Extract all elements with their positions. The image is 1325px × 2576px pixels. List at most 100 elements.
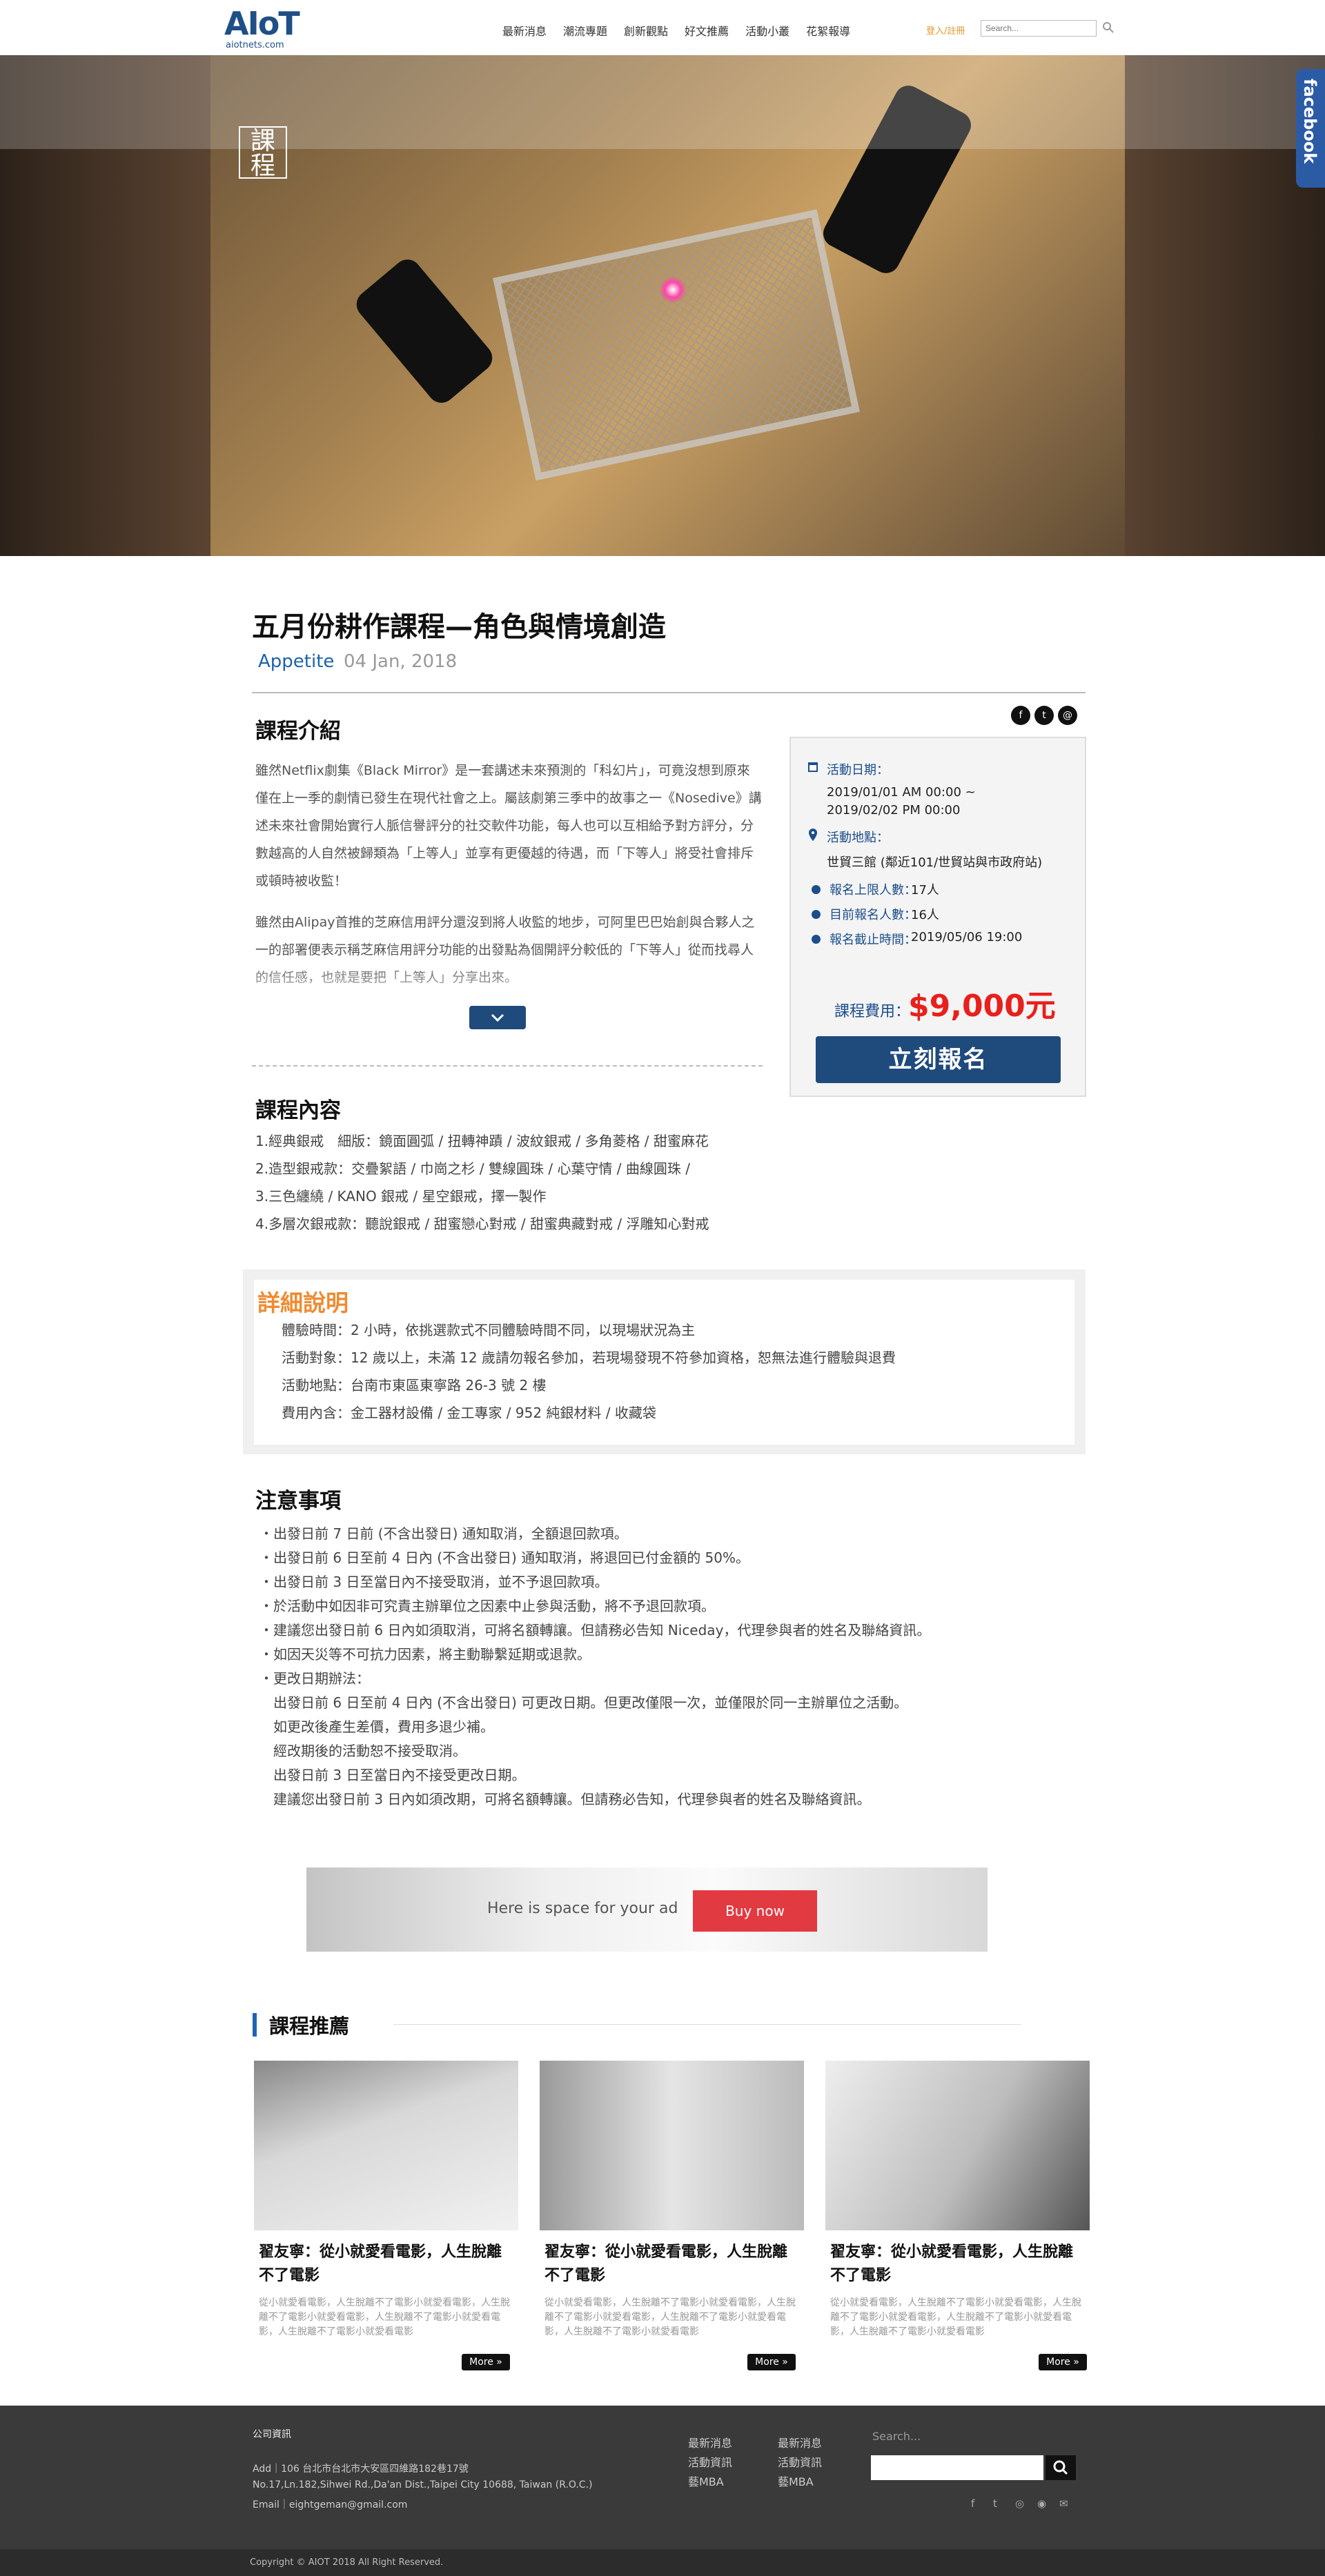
twitter-icon[interactable]: t xyxy=(1034,706,1054,725)
main-nav: 最新消息 潮流專題 創新觀點 好文推薦 活動小叢 花絮報導 xyxy=(502,22,867,39)
twitter-icon[interactable]: t xyxy=(993,2497,997,2510)
location-pin-icon xyxy=(809,829,817,841)
footer-link[interactable]: 藝MBA xyxy=(688,2473,724,2489)
list-item: 體驗時間：2 小時，依挑選款式不同體驗時間不同，以現場狀況為主 xyxy=(282,1322,696,1338)
chevron-down-icon xyxy=(491,1013,504,1022)
more-button[interactable]: More » xyxy=(1039,2354,1087,2370)
list-item: 建議您出發日前 3 日內如須改期，可將名額轉讓。但請務必告知，代理參與者的姓名及… xyxy=(259,1791,871,1807)
nav-item-news[interactable]: 最新消息 xyxy=(502,22,547,39)
bullet-icon xyxy=(812,885,821,894)
dashed-divider xyxy=(252,1065,763,1067)
footer-search-button[interactable] xyxy=(1046,2455,1076,2480)
instagram-icon[interactable]: @ xyxy=(1058,706,1077,725)
site-header: AIoT aiotnets.com 最新消息 潮流專題 創新觀點 好文推薦 活動… xyxy=(0,0,1325,55)
max-label: 報名上限人數： xyxy=(830,883,916,898)
detail-heading: 詳細說明 xyxy=(257,1289,349,1316)
card-description: 從小就愛看電影，人生脫離不了電影小就愛看電影，人生脫離不了電影小就愛看電影，人生… xyxy=(544,2297,796,2337)
max-value: 17人 xyxy=(911,883,939,898)
list-item: 出發日前 3 日至當日內不接受更改日期。 xyxy=(259,1767,526,1783)
list-item: 如更改後產生差價，費用多退少補。 xyxy=(259,1718,494,1735)
notes-list: ・出發日前 7 日前 (不含出發日) 通知取消，全額退回款項。 ・出發日前 6 … xyxy=(259,1522,930,1812)
fee-label: 課程費用： xyxy=(834,1003,911,1020)
deadline-value: 2019/05/06 19:00 xyxy=(911,930,1023,944)
list-item: 2.造型銀戒款：交疊絮語 / 巾崗之杉 / 雙線圓珠 / 心葉守情 / 曲線圓珠… xyxy=(255,1160,690,1177)
search-icon[interactable] xyxy=(1101,21,1115,34)
footer-search-input[interactable] xyxy=(871,2455,1043,2480)
login-link[interactable]: 登入/註冊 xyxy=(926,23,965,37)
recommend-heading: 課程推薦 xyxy=(269,2014,350,2038)
instagram-icon[interactable]: ◎ xyxy=(1015,2497,1024,2510)
nav-item-insights[interactable]: 創新觀點 xyxy=(624,22,668,39)
list-item: 4.多層次銀戒款：聽說銀戒 / 甜蜜戀心對戒 / 甜蜜典藏對戒 / 浮雕知心對戒 xyxy=(255,1216,709,1232)
facebook-icon[interactable]: f xyxy=(1011,706,1030,725)
card-title[interactable]: 翟友寧：從小就愛看電影，人生脫離不了電影 xyxy=(544,2241,801,2288)
header-search-input[interactable] xyxy=(981,20,1097,37)
more-button[interactable]: More » xyxy=(462,2354,510,2370)
nav-item-trends[interactable]: 潮流專題 xyxy=(563,22,607,39)
card-description: 從小就愛看電影，人生脫離不了電影小就愛看電影，人生脫離不了電影小就愛看電影，人生… xyxy=(830,2297,1081,2337)
list-item: 經改期後的活動恕不接受取消。 xyxy=(259,1743,467,1759)
logo-subtitle: aiotnets.com xyxy=(226,40,284,50)
category-tag: 課程 xyxy=(239,126,287,179)
card-description: 從小就愛看電影，人生脫離不了電影小就愛看電影，人生脫離不了電影小就愛看電影，人生… xyxy=(259,2297,510,2337)
list-item: ・於活動中如因非可究責主辦單位之因素中止參與活動，將不予退回款項。 xyxy=(259,1598,715,1614)
nav-item-articles[interactable]: 好文推薦 xyxy=(685,22,729,39)
content-list: 1.經典銀戒 細版：鏡面圓弧 / 扭轉神蹟 / 波紋銀戒 / 多角菱格 / 甜蜜… xyxy=(255,1127,709,1238)
place-label: 活動地點： xyxy=(827,831,889,845)
place-value: 世貿三館 (鄰近101/世貿站與市政府站) xyxy=(827,855,1043,870)
copyright-bar xyxy=(0,2549,1325,2576)
card-title[interactable]: 翟友寧：從小就愛看電影，人生脫離不了電影 xyxy=(830,2241,1087,2288)
mail-icon[interactable]: ✉ xyxy=(1059,2497,1068,2510)
more-button[interactable]: More » xyxy=(747,2354,796,2370)
hero-carousel[interactable]: 課程 xyxy=(0,55,1325,556)
footer-link[interactable]: 活動資訊 xyxy=(688,2453,732,2470)
address-en: No.17,Ln.182,Sihwei Rd.,Da'an Dist.,Taip… xyxy=(253,2479,593,2490)
card-image[interactable] xyxy=(825,2061,1090,2230)
fee-value: $9,000元 xyxy=(908,989,1056,1024)
site-footer xyxy=(0,2406,1325,2549)
card-image[interactable] xyxy=(540,2061,804,2230)
footer-link[interactable]: 藝MBA xyxy=(778,2473,814,2489)
expand-button[interactable] xyxy=(469,1006,526,1029)
logo-mark: AIoT xyxy=(224,5,300,42)
list-item: ・建議您出發日前 6 日內如須取消，可將名額轉讓。但請務必告知 Niceday，… xyxy=(259,1622,931,1638)
site-logo[interactable]: AIoT aiotnets.com xyxy=(224,5,300,51)
article-date: 04 Jan, 2018 xyxy=(344,651,458,672)
article-category[interactable]: Appetite xyxy=(258,651,334,672)
copyright: Copyright © AIOT 2018 All Right Reserved… xyxy=(250,2557,444,2568)
list-item: ・出發日前 6 日至前 4 日內 (不含出發日) 通知取消，將退回已付金額的 5… xyxy=(259,1549,750,1566)
content-heading: 課程內容 xyxy=(255,1098,341,1123)
calendar-icon xyxy=(808,762,818,772)
card-image[interactable] xyxy=(254,2061,518,2230)
list-item: ・如因天災等不可抗力因素，將主動聯繫延期或退款。 xyxy=(259,1646,591,1663)
date-value-end: 2019/02/02 PM 00:00 xyxy=(827,803,961,818)
divider xyxy=(252,692,1086,693)
nav-item-events[interactable]: 活動小叢 xyxy=(745,22,789,39)
bullet-icon xyxy=(812,935,821,944)
list-item: 活動地點：台南市東區東寧路 26-3 號 2 樓 xyxy=(282,1377,547,1394)
company-heading: 公司資訊 xyxy=(253,2429,291,2440)
buy-now-button[interactable]: Buy now xyxy=(693,1890,817,1932)
card-title[interactable]: 翟友寧：從小就愛看電影，人生脫離不了電影 xyxy=(259,2241,516,2288)
footer-link[interactable]: 活動資訊 xyxy=(778,2453,822,2470)
detail-list: 體驗時間：2 小時，依挑選款式不同體驗時間不同，以現場狀況為主 活動對象：12 … xyxy=(282,1316,896,1427)
date-value-start: 2019/01/01 AM 00:00 ~ xyxy=(827,785,976,800)
list-item: ・出發日前 3 日至當日內不接受取消，並不予退回款項。 xyxy=(259,1574,609,1590)
facebook-side-tab[interactable]: facebook xyxy=(1296,69,1325,188)
nav-item-reports[interactable]: 花絮報導 xyxy=(806,22,850,39)
register-button[interactable]: 立刻報名 xyxy=(816,1036,1061,1083)
footer-link[interactable]: 最新消息 xyxy=(778,2434,822,2450)
intro-paragraph: 雖然Netflix劇集《Black Mirror》是一套講述未來預測的「科幻片」… xyxy=(255,763,762,889)
page: AIoT aiotnets.com 最新消息 潮流專題 創新觀點 好文推薦 活動… xyxy=(0,0,1325,2576)
list-item: 3.三色纏繞 / KANO 銀戒 / 星空銀戒，擇一製作 xyxy=(255,1188,547,1205)
rss-icon[interactable]: ◉ xyxy=(1037,2497,1046,2510)
ad-text: Here is space for your ad xyxy=(487,1900,678,1917)
footer-search-label: Search... xyxy=(872,2430,921,2443)
email[interactable]: Email｜eightgeman@gmail.com xyxy=(253,2497,407,2511)
facebook-icon[interactable]: f xyxy=(971,2497,974,2510)
search-icon xyxy=(1053,2460,1068,2475)
list-item: 出發日前 6 日至前 4 日內 (不含出發日) 可更改日期。但更改僅限一次，並僅… xyxy=(259,1694,908,1711)
footer-link[interactable]: 最新消息 xyxy=(688,2434,732,2450)
deadline-label: 報名截止時間： xyxy=(830,933,916,947)
list-item: 1.經典銀戒 細版：鏡面圓弧 / 扭轉神蹟 / 波紋銀戒 / 多角菱格 / 甜蜜… xyxy=(255,1133,709,1149)
